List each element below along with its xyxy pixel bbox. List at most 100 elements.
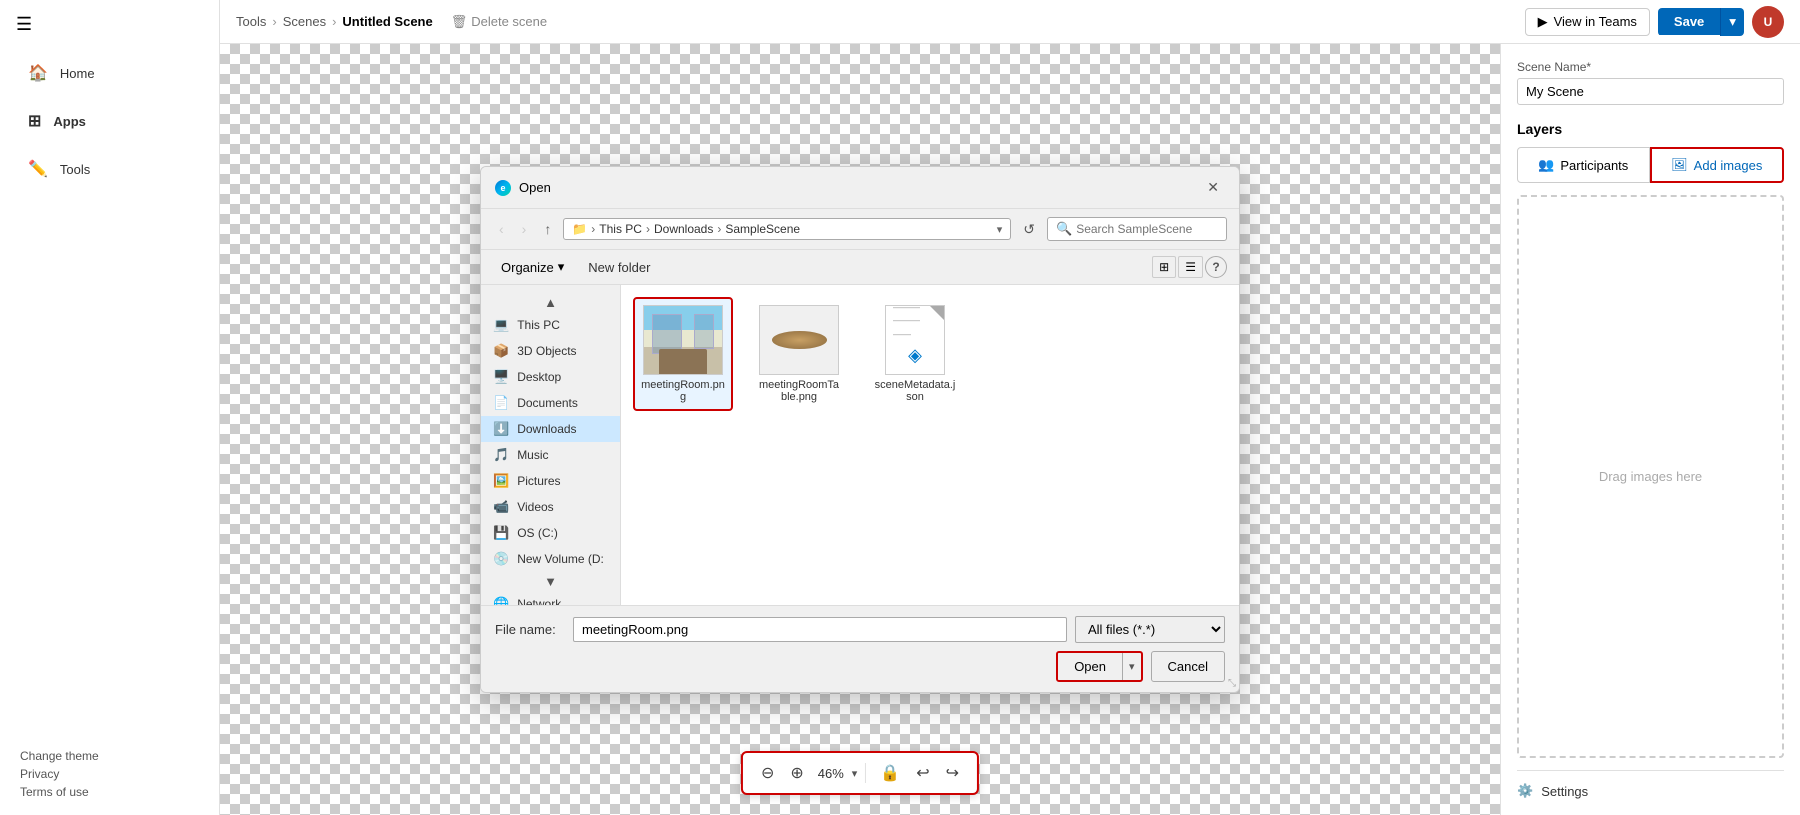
sidebar-item-home[interactable]: 🏠 Home [8,51,211,95]
change-theme-link[interactable]: Change theme [20,749,199,763]
videos-icon: 📹 [493,499,509,515]
nav-back-button[interactable]: ‹ [493,218,510,240]
apps-icon: ⊞ [28,111,41,131]
privacy-link[interactable]: Privacy [20,767,199,781]
home-icon: 🏠 [28,63,48,83]
add-images-label: Add images [1694,158,1763,173]
filename-label: File name: [495,622,565,637]
redo-icon: ↪ [946,765,959,782]
breadcrumb-current: Untitled Scene [342,14,432,29]
sidebar-footer: Change theme Privacy Terms of use [0,737,219,815]
sidebar-scroll-down[interactable]: ▼ [481,572,620,591]
settings-label: Settings [1541,784,1588,799]
network-icon: 🌐 [493,596,509,605]
organize-button[interactable]: Organize ▾ [493,256,572,278]
filetype-select[interactable]: All files (*.*) [1075,616,1225,643]
view-details-button[interactable]: ☰ [1178,256,1203,278]
settings-row[interactable]: ⚙️ Settings [1517,770,1784,799]
organize-label: Organize [501,260,554,275]
new-folder-button[interactable]: New folder [580,257,658,278]
terms-link[interactable]: Terms of use [20,785,199,799]
dialog-close-button[interactable]: ✕ [1201,177,1225,198]
layers-label: Layers [1517,121,1784,137]
sidebar-new-volume[interactable]: 💿 New Volume (D: [481,546,620,572]
file-meeting-room[interactable]: meetingRoom.png [633,297,733,411]
right-panel: Scene Name* Layers 👥 Participants 🖼 Add … [1500,44,1800,815]
drop-area[interactable]: Drag images here [1517,195,1784,758]
address-samplescene[interactable]: SampleScene [725,222,800,236]
refresh-button[interactable]: ↺ [1017,218,1041,241]
tab-add-images[interactable]: 🖼 Add images [1650,147,1785,183]
sidebar-desktop[interactable]: 🖥️ Desktop [481,364,620,390]
tab-participants[interactable]: 👥 Participants [1517,147,1650,183]
downloads-label: Downloads [517,422,576,436]
resize-handle[interactable]: ⤡ [1228,679,1236,689]
breadcrumb-tools[interactable]: Tools [236,14,266,29]
music-label: Music [517,448,548,462]
view-teams-button[interactable]: ▶ View in Teams [1525,8,1650,36]
os-c-icon: 💾 [493,525,509,541]
view-buttons: ⊞ ☰ ? [1152,256,1227,278]
search-input[interactable] [1076,222,1218,236]
lock-button[interactable]: 🔒 [874,759,906,787]
address-thispc[interactable]: This PC [599,222,642,236]
sidebar-3d-objects[interactable]: 📦 3D Objects [481,338,620,364]
address-sep-3: › [717,222,721,236]
sidebar-downloads[interactable]: ⬇️ Downloads [481,416,620,442]
nav-forward-button[interactable]: › [516,218,533,240]
scene-name-input[interactable] [1517,78,1784,105]
topbar: Tools › Scenes › Untitled Scene 🗑 Delete… [220,0,1800,44]
new-volume-icon: 💿 [493,551,509,567]
main-area: Tools › Scenes › Untitled Scene 🗑 Delete… [220,0,1800,815]
sidebar-item-apps[interactable]: ⊞ Apps [8,99,211,143]
zoom-dropdown-button[interactable]: ▾ [852,767,858,780]
network-label: Network [517,597,561,605]
zoom-in-icon: ⊕ [790,765,803,782]
save-button[interactable]: Save [1658,8,1720,35]
filename-input[interactable] [573,617,1067,642]
layers-tabs: 👥 Participants 🖼 Add images [1517,147,1784,183]
tools-icon: ✏️ [28,159,48,179]
sidebar-os-c[interactable]: 💾 OS (C:) [481,520,620,546]
open-button[interactable]: Open [1058,653,1123,680]
breadcrumb-sep-2: › [332,14,336,29]
redo-button[interactable]: ↪ [940,759,965,787]
address-downloads[interactable]: Downloads [654,222,713,236]
hamburger-menu[interactable]: ☰ [0,0,219,49]
file-thumb-meeting-room [643,305,723,375]
dialog-title: Open [519,180,551,195]
breadcrumb-scenes[interactable]: Scenes [283,14,326,29]
nav-up-button[interactable]: ↑ [538,218,557,240]
desktop-label: Desktop [517,370,561,384]
undo-button[interactable]: ↩ [910,759,935,787]
help-button[interactable]: ? [1205,256,1227,278]
sidebar: ☰ 🏠 Home ⊞ Apps ✏️ Tools Change theme Pr… [0,0,220,815]
desktop-icon: 🖥️ [493,369,509,385]
sidebar-music[interactable]: 🎵 Music [481,442,620,468]
user-avatar[interactable]: U [1752,6,1784,38]
zoom-in-button[interactable]: ⊕ [784,759,809,787]
sidebar-item-tools[interactable]: ✏️ Tools [8,147,211,191]
cancel-button[interactable]: Cancel [1151,651,1225,682]
address-dropdown-button[interactable]: ▾ [997,223,1003,236]
sidebar-documents[interactable]: 📄 Documents [481,390,620,416]
sidebar-pictures[interactable]: 🖼️ Pictures [481,468,620,494]
dialog-body: ▲ 💻 This PC 📦 3D Objects 🖥️ [481,285,1239,605]
open-dropdown-button[interactable]: ▾ [1123,654,1141,679]
file-scene-metadata[interactable]: ——— ——— —— ◈ sceneMetadata.json [865,297,965,411]
sidebar-scroll-up[interactable]: ▲ [481,293,620,312]
zoom-out-button[interactable]: ⊖ [755,759,780,787]
sidebar-network[interactable]: 🌐 Network [481,591,620,605]
pictures-label: Pictures [517,474,560,488]
sidebar-this-pc[interactable]: 💻 This PC [481,312,620,338]
sidebar-videos[interactable]: 📹 Videos [481,494,620,520]
file-meeting-room-table[interactable]: meetingRoomTable.png [749,297,849,411]
view-icons-button[interactable]: ⊞ [1152,256,1176,278]
open-button-group: Open ▾ [1056,651,1142,682]
save-dropdown-button[interactable]: ▾ [1720,8,1744,36]
this-pc-icon: 💻 [493,317,509,333]
delete-scene-button[interactable]: 🗑 Delete scene [451,14,547,30]
documents-label: Documents [517,396,578,410]
zoom-value: 46% [814,766,848,781]
toolbar-separator [865,763,866,783]
